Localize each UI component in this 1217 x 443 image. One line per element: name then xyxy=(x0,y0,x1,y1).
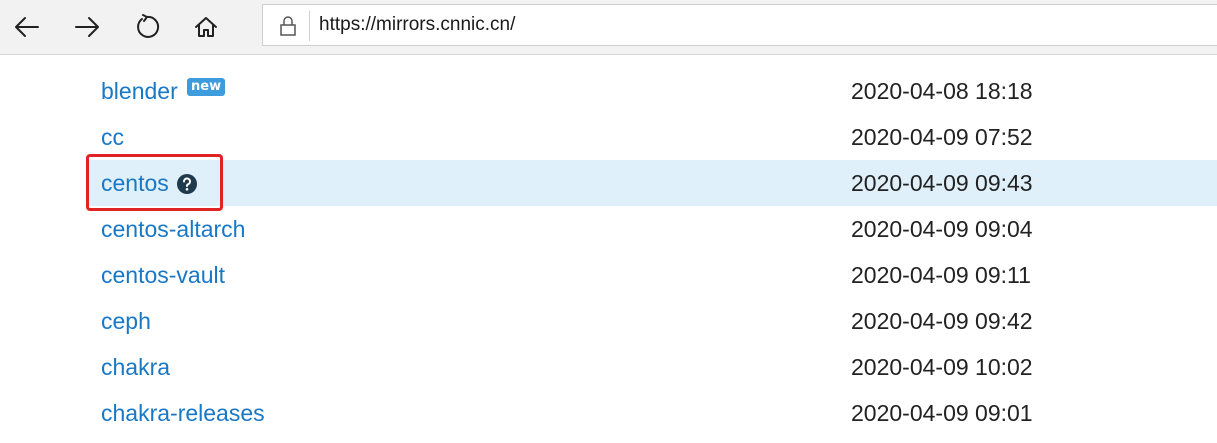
help-circle-icon[interactable] xyxy=(177,174,197,194)
url-text[interactable]: https://mirrors.cnnic.cn/ xyxy=(319,13,515,37)
list-item: blender new 2020-04-08 18:18 xyxy=(0,68,1217,114)
mirror-listing: blender new 2020-04-08 18:18 cc 2020-04-… xyxy=(0,68,1217,436)
mirror-link-chakra-releases[interactable]: chakra-releases xyxy=(101,399,265,427)
list-item-highlighted: centos 2020-04-09 09:43 xyxy=(0,160,1217,206)
mirror-link-chakra[interactable]: chakra xyxy=(101,353,170,381)
refresh-button[interactable] xyxy=(127,7,167,47)
last-updated: 2020-04-09 09:01 xyxy=(851,400,1033,426)
list-item: centos-vault 2020-04-09 09:11 xyxy=(0,252,1217,298)
lock-icon xyxy=(280,16,296,36)
forward-button[interactable] xyxy=(67,7,107,47)
new-badge: new xyxy=(187,78,226,96)
last-updated: 2020-04-09 09:43 xyxy=(851,170,1033,196)
back-button[interactable] xyxy=(7,7,47,47)
list-item: ceph 2020-04-09 09:42 xyxy=(0,298,1217,344)
last-updated: 2020-04-09 09:04 xyxy=(851,216,1033,242)
home-button[interactable] xyxy=(186,7,226,47)
home-icon xyxy=(195,17,217,37)
mirror-link-blender[interactable]: blender xyxy=(101,77,178,105)
mirror-link-centos-altarch[interactable]: centos-altarch xyxy=(101,215,245,243)
refresh-icon xyxy=(137,14,160,38)
back-arrow-icon xyxy=(15,17,39,37)
address-divider xyxy=(309,11,310,41)
list-item: cc 2020-04-09 07:52 xyxy=(0,114,1217,160)
last-updated: 2020-04-08 18:18 xyxy=(851,78,1033,104)
list-item: chakra-releases 2020-04-09 09:01 xyxy=(0,390,1217,436)
forward-arrow-icon xyxy=(75,17,99,37)
list-item: chakra 2020-04-09 10:02 xyxy=(0,344,1217,390)
last-updated: 2020-04-09 09:11 xyxy=(851,262,1031,288)
mirror-link-centos[interactable]: centos xyxy=(101,169,169,197)
last-updated: 2020-04-09 10:02 xyxy=(851,354,1033,380)
mirror-link-cc[interactable]: cc xyxy=(101,123,124,151)
last-updated: 2020-04-09 09:42 xyxy=(851,308,1033,334)
row-highlight xyxy=(86,160,1217,206)
address-bar[interactable]: https://mirrors.cnnic.cn/ xyxy=(262,4,1217,46)
mirror-link-ceph[interactable]: ceph xyxy=(101,307,151,335)
mirror-link-centos-vault[interactable]: centos-vault xyxy=(101,261,225,289)
last-updated: 2020-04-09 07:52 xyxy=(851,124,1033,150)
browser-toolbar: https://mirrors.cnnic.cn/ xyxy=(0,0,1217,55)
list-item: centos-altarch 2020-04-09 09:04 xyxy=(0,206,1217,252)
